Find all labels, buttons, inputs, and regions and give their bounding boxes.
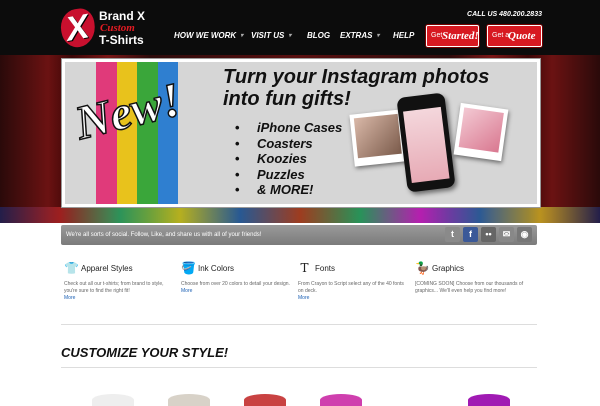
social-bar: We're all sorts of social. Follow, Like,… xyxy=(61,225,537,245)
more-link[interactable]: More xyxy=(298,295,410,302)
product-list: iPhone Cases Coasters Koozies Puzzles & … xyxy=(235,120,342,198)
nav-extras[interactable]: EXTRAS ▾ xyxy=(340,30,379,42)
coaster-photo-image xyxy=(353,113,402,159)
slide-headline-line-1: Turn your Instagram photos xyxy=(223,66,490,88)
shirt-swatch[interactable] xyxy=(468,394,510,406)
section-title: CUSTOMIZE YOUR STYLE! xyxy=(61,345,229,360)
nav-visit-us[interactable]: VISIT US ▾ xyxy=(251,30,291,42)
get-quote-button[interactable]: Get a Quote xyxy=(487,25,542,47)
chevron-down-icon: ▾ xyxy=(376,33,380,39)
list-item: iPhone Cases xyxy=(235,120,342,136)
feature-title[interactable]: Graphics xyxy=(432,264,464,274)
cta-main: Quote xyxy=(508,30,536,42)
get-started-button[interactable]: Get Started! xyxy=(426,25,479,47)
feature-description: Choose from over 20 colors to detail you… xyxy=(181,281,290,287)
chevron-down-icon: ▾ xyxy=(240,33,244,39)
cta-pre: Get xyxy=(431,32,443,39)
list-item: & MORE! xyxy=(235,182,342,198)
social-text: We're all sorts of social. Follow, Like,… xyxy=(66,232,262,238)
nav-how-we-work[interactable]: HOW WE WORK ▾ xyxy=(174,30,243,42)
chevron-down-icon: ▾ xyxy=(288,33,292,39)
slide-headline-line-2: into fun gifts! xyxy=(223,88,351,110)
facebook-icon[interactable]: f xyxy=(463,227,478,242)
feature-title[interactable]: Apparel Styles xyxy=(81,264,133,274)
rss-icon[interactable]: ◉ xyxy=(517,227,532,242)
feature-graphics: 🦆 Graphics [COMING SOON] Choose from our … xyxy=(415,262,527,295)
more-link[interactable]: More xyxy=(64,295,176,302)
logo-splat-icon: X xyxy=(57,6,99,50)
feature-description: [COMING SOON] Choose from our thousands … xyxy=(415,281,524,294)
list-item: Coasters xyxy=(235,136,342,152)
twitter-icon[interactable]: t xyxy=(445,227,460,242)
tshirt-icon: 👕 xyxy=(64,261,79,275)
feature-title[interactable]: Ink Colors xyxy=(198,264,234,274)
font-icon: T xyxy=(300,261,309,275)
feature-apparel-styles: 👕 Apparel Styles Check out all our t-shir… xyxy=(64,262,176,302)
shirt-swatch[interactable] xyxy=(320,394,362,406)
feature-fonts: T Fonts From Crayon to Script select any … xyxy=(298,262,410,302)
instagram-photo xyxy=(453,102,509,162)
nav-label: VISIT US xyxy=(251,31,285,40)
feature-description: From Crayon to Script select any of the … xyxy=(298,281,404,294)
shirt-swatch[interactable] xyxy=(168,394,210,406)
call-us-phone[interactable]: CALL US 480.200.2833 xyxy=(467,11,542,19)
email-icon[interactable]: ✉ xyxy=(499,227,514,242)
brand-logo[interactable]: X Brand X Custom T-Shirts xyxy=(57,6,159,50)
feature-title[interactable]: Fonts xyxy=(315,264,335,274)
slide-headline: Turn your Instagram photos into fun gift… xyxy=(223,66,489,110)
divider xyxy=(61,324,537,325)
site-header: X Brand X Custom T-Shirts CALL US 480.20… xyxy=(0,0,600,55)
instagram-photo-image xyxy=(458,107,504,153)
feature-ink-colors: 🪣 Ink Colors Choose from over 20 colors t… xyxy=(181,262,293,295)
shirt-swatch[interactable] xyxy=(92,394,134,406)
hero-banner: New! Turn your Instagram photos into fun… xyxy=(0,55,600,228)
cta-main: Started! xyxy=(442,30,479,42)
feature-description: Check out all our t-shirts; from brand t… xyxy=(64,281,164,294)
nav-label: HOW WE WORK xyxy=(174,31,237,40)
list-item: Koozies xyxy=(235,151,342,167)
list-item: Puzzles xyxy=(235,167,342,183)
ink-bucket-icon: 🪣 xyxy=(181,261,196,275)
shirt-swatch[interactable] xyxy=(244,394,286,406)
divider xyxy=(61,367,537,368)
duck-icon: 🦆 xyxy=(415,261,430,275)
flickr-icon[interactable]: •• xyxy=(481,227,496,242)
nav-help[interactable]: HELP xyxy=(393,30,414,42)
nav-blog[interactable]: BLOG xyxy=(307,30,330,42)
more-link[interactable]: More xyxy=(181,288,293,295)
nav-label: HELP xyxy=(393,31,415,40)
nav-label: BLOG xyxy=(307,31,331,40)
nav-label: EXTRAS xyxy=(340,31,373,40)
promo-slide[interactable]: New! Turn your Instagram photos into fun… xyxy=(61,58,541,208)
logo-line-3: T-Shirts xyxy=(99,33,144,47)
promo-slide-content: New! Turn your Instagram photos into fun… xyxy=(65,62,537,204)
cta-pre: Get a xyxy=(492,32,510,39)
logo-mark: X xyxy=(62,7,92,49)
